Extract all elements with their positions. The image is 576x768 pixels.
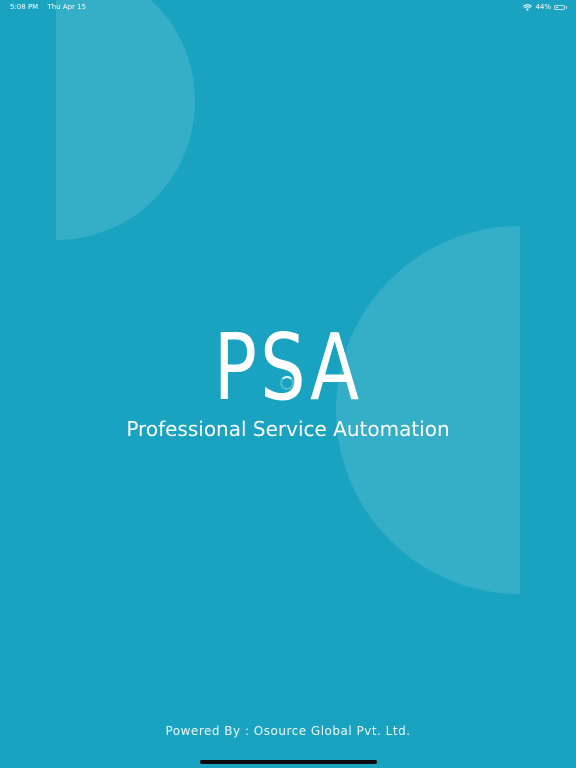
app-tagline: Professional Service Automation	[126, 417, 450, 441]
status-right: 44%	[523, 0, 567, 14]
powered-by-footer: Powered By : Osource Global Pvt. Ltd.	[165, 724, 411, 738]
battery-nub	[566, 5, 567, 9]
battery-fill	[556, 6, 558, 8]
loading-spinner-icon	[280, 376, 294, 390]
home-indicator[interactable]	[200, 760, 377, 764]
battery-icon	[554, 4, 565, 10]
wifi-icon	[523, 3, 533, 11]
app-logo-title: PSA	[213, 314, 363, 421]
status-time: 5:08 PM	[10, 3, 39, 11]
battery-percentage: 44%	[535, 3, 551, 11]
decorative-half-circle-top	[56, 0, 195, 240]
